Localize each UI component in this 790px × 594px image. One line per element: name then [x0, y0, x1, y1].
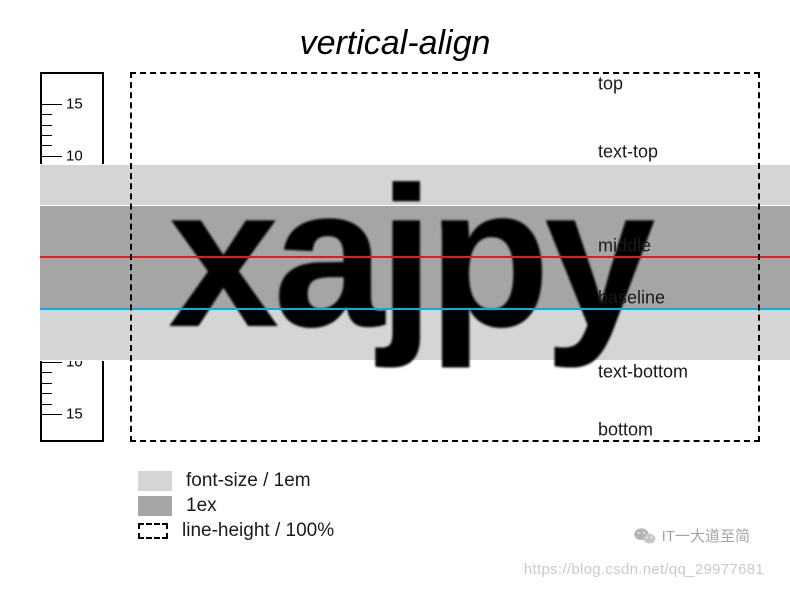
watermark-url: https://blog.csdn.net/qq_29977681 [524, 561, 764, 578]
diagram-title: vertical-align [0, 24, 790, 63]
label-bottom: bottom [598, 420, 653, 441]
legend-item-fontsize: font-size / 1em [138, 470, 334, 492]
swatch-light [138, 471, 172, 491]
legend-item-ex: 1ex [138, 495, 334, 517]
label-text-top: text-top [598, 142, 658, 163]
legend-label: 1ex [186, 495, 217, 517]
wechat-icon [634, 527, 656, 545]
legend: font-size / 1em 1ex line-height / 100% [138, 470, 334, 545]
legend-item-lineheight: line-height / 100% [138, 520, 334, 542]
watermark-wechat: IT一大道至简 [634, 525, 750, 546]
watermark-wechat-text: IT一大道至简 [662, 525, 750, 546]
legend-label: line-height / 100% [182, 520, 334, 542]
ruler-tick-label: 15 [66, 96, 83, 113]
swatch-dark [138, 496, 172, 516]
ruler-tick-label: 10 [66, 148, 83, 165]
line-height-box [130, 72, 760, 442]
label-middle: middle [598, 236, 651, 257]
label-baseline: baseline [598, 288, 665, 309]
label-text-bottom: text-bottom [598, 362, 688, 383]
legend-label: font-size / 1em [186, 470, 311, 492]
label-top: top [598, 74, 623, 95]
diagram-content: 15 10 5 0 5 10 15 [40, 72, 760, 442]
diagram-box: xajpy top text-top middle baseline text-… [130, 72, 760, 442]
ruler-tick-label: 15 [66, 406, 83, 423]
swatch-dashed [138, 523, 168, 539]
